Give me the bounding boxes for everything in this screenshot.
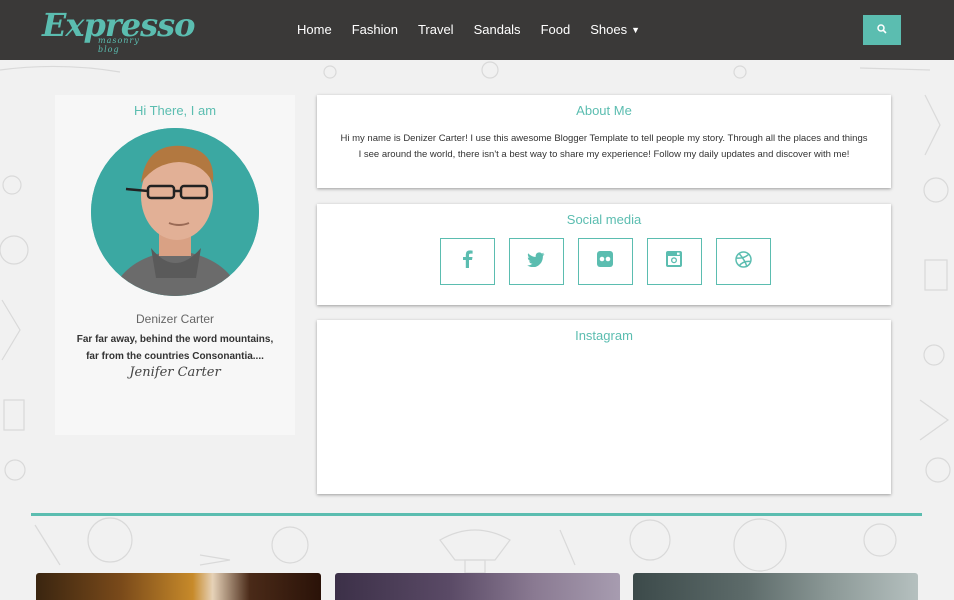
site-logo[interactable]: Expresso masonry blog — [40, 6, 195, 54]
instagram-widget: Instagram — [317, 320, 891, 494]
main-nav: Home Fashion Travel Sandals Food Shoes ▼ — [287, 0, 650, 60]
instagram-title: Instagram — [575, 328, 633, 343]
signature: Jenifer Carter — [129, 365, 221, 380]
post-card[interactable] — [36, 573, 321, 600]
flickr-icon — [597, 251, 613, 272]
section-divider — [31, 513, 922, 516]
caret-down-icon: ▼ — [631, 25, 640, 35]
nav-label: Home — [297, 22, 332, 37]
logo-tagline: masonry blog — [98, 36, 140, 54]
nav-item-food[interactable]: Food — [531, 0, 581, 60]
twitter-button[interactable] — [508, 238, 564, 285]
social-title: Social media — [566, 212, 642, 227]
avatar — [91, 128, 259, 296]
nav-item-fashion[interactable]: Fashion — [342, 0, 408, 60]
post-card[interactable] — [335, 573, 620, 600]
profile-heading: Hi There, I am — [133, 103, 217, 118]
about-title: About Me — [576, 103, 632, 118]
nav-label: Food — [540, 22, 571, 37]
profile-name: Denizer Carter — [135, 312, 215, 326]
search-button[interactable] — [863, 15, 901, 45]
nav-item-travel[interactable]: Travel — [408, 0, 464, 60]
about-text: Hi my name is Denizer Carter! I use this… — [340, 133, 868, 160]
about-me-widget: About Me Hi my name is Denizer Carter! I… — [317, 95, 891, 188]
instagram-icon — [666, 251, 682, 272]
instagram-button[interactable] — [646, 238, 702, 285]
facebook-icon — [461, 250, 473, 273]
nav-item-shoes[interactable]: Shoes ▼ — [580, 0, 650, 60]
profile-bio: Far far away, behind the word mountains,… — [76, 334, 274, 362]
nav-label: Travel — [417, 22, 454, 37]
nav-label: Shoes — [590, 22, 628, 37]
dribbble-icon — [734, 250, 752, 273]
nav-label: Sandals — [473, 22, 521, 37]
facebook-button[interactable] — [439, 238, 495, 285]
top-navbar: Expresso masonry blog Home Fashion Trave… — [0, 0, 954, 60]
nav-label: Fashion — [351, 22, 398, 37]
nav-item-home[interactable]: Home — [287, 0, 342, 60]
social-media-widget: Social media — [317, 204, 891, 305]
search-icon — [877, 21, 887, 39]
flickr-button[interactable] — [577, 238, 633, 285]
dribbble-button[interactable] — [715, 238, 771, 285]
post-card[interactable] — [633, 573, 918, 600]
profile-widget: Hi There, I am Denizer Carter Far far aw… — [55, 95, 295, 435]
nav-item-sandals[interactable]: Sandals — [464, 0, 531, 60]
twitter-icon — [527, 251, 545, 272]
